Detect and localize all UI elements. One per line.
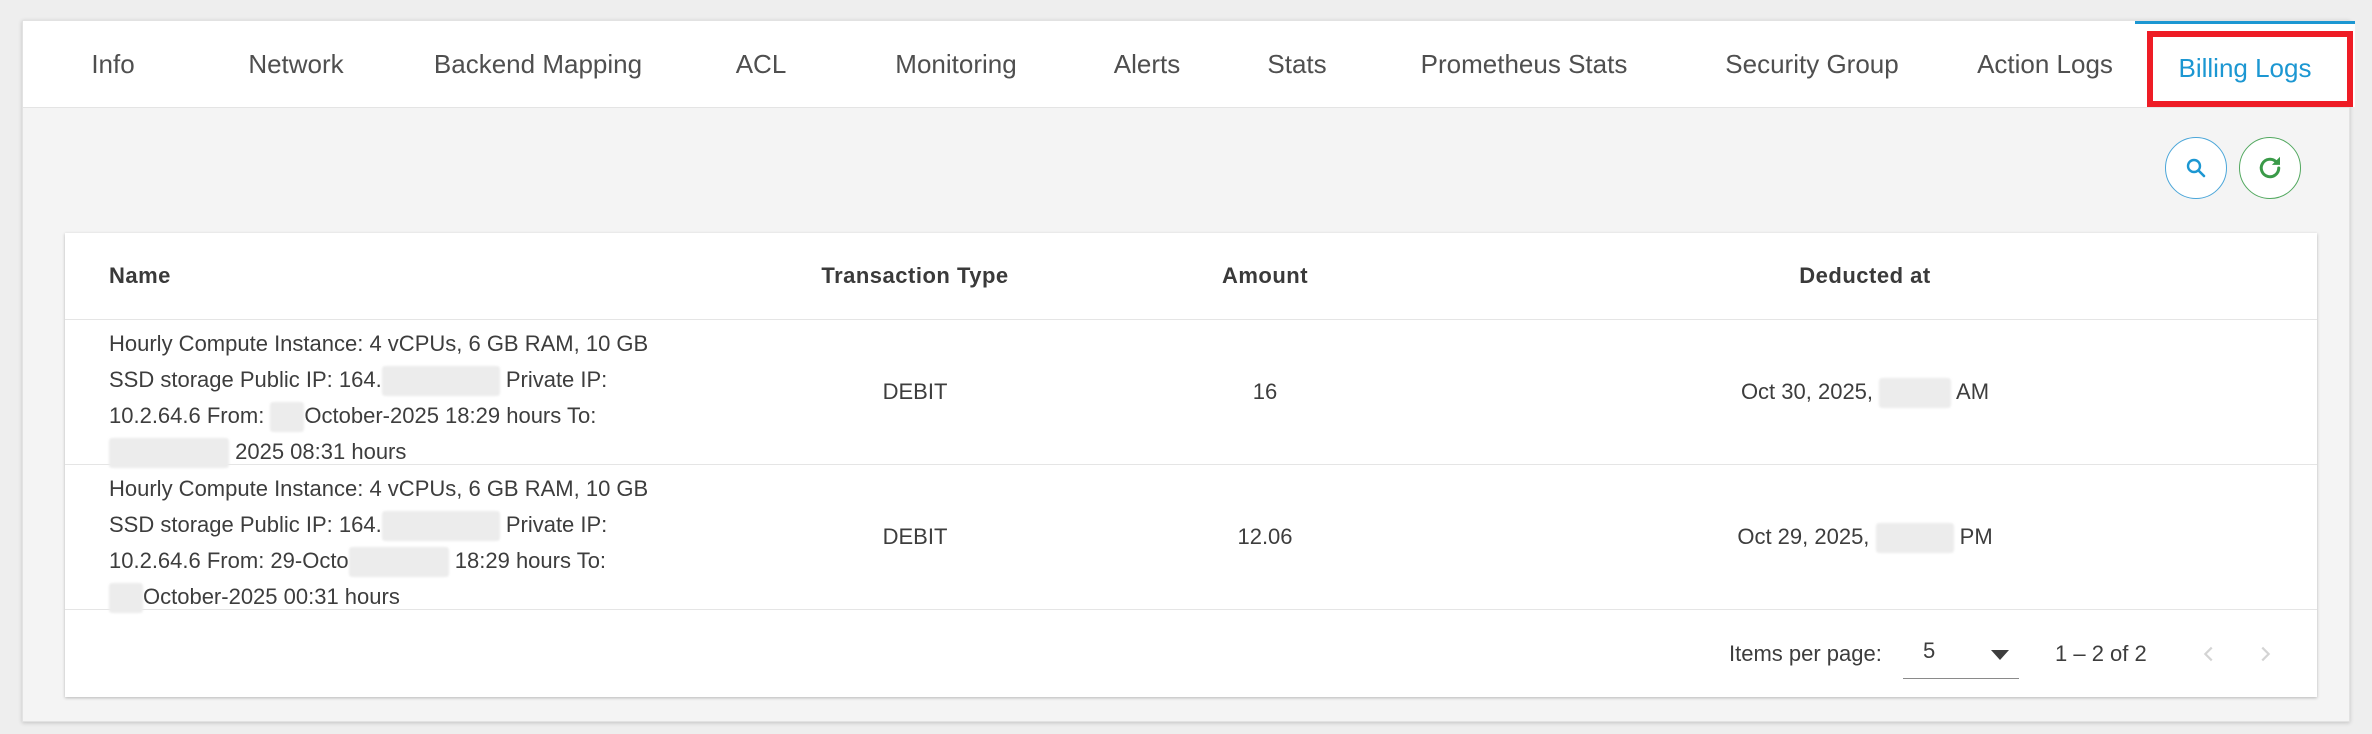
tab-backend-mapping[interactable]: Backend Mapping <box>393 21 683 107</box>
name-text: SSD storage Public IP: 164. <box>109 367 382 392</box>
page-size-select[interactable]: 5 <box>1903 630 2019 679</box>
name-text: 10.2.64.6 From: 29-Octo <box>109 548 349 573</box>
transaction-type-cell: DEBIT <box>882 524 948 549</box>
column-header-name[interactable]: Name <box>109 233 171 319</box>
tab-info[interactable]: Info <box>35 21 191 107</box>
search-icon <box>2186 158 2206 178</box>
page-size-value: 5 <box>1923 638 1936 663</box>
column-header-transaction-type[interactable]: Transaction Type <box>715 233 1115 319</box>
tab-monitoring[interactable]: Monitoring <box>845 21 1067 107</box>
tab-prometheus-stats[interactable]: Prometheus Stats <box>1379 21 1669 107</box>
name-text: October-2025 00:31 hours <box>143 584 400 609</box>
redacted-text <box>381 366 500 397</box>
name-text: Private IP: <box>499 512 608 537</box>
column-header-deducted-at[interactable]: Deducted at <box>1665 233 2065 319</box>
name-text: 18:29 hours To: <box>448 548 607 573</box>
deducted-at-text: AM <box>1951 379 1990 404</box>
refresh-button[interactable] <box>2239 137 2301 199</box>
chevron-left-icon <box>2203 646 2213 662</box>
tab-action-logs[interactable]: Action Logs <box>1953 21 2137 107</box>
name-text: 2025 08:31 hours <box>235 439 407 464</box>
redacted-text <box>381 511 500 542</box>
billing-logs-table: Name Transaction Type Amount Deducted at… <box>65 233 2317 697</box>
name-text: SSD storage Public IP: 164. <box>109 512 382 537</box>
previous-page-button[interactable] <box>2191 636 2227 672</box>
amount-cell: 12.06 <box>1237 524 1293 549</box>
tab-stats[interactable]: Stats <box>1227 21 1367 107</box>
deducted-at-text: Oct 30, 2025, <box>1740 379 1880 404</box>
search-button[interactable] <box>2165 137 2227 199</box>
row-name-cell: Hourly Compute Instance: 4 vCPUs, 6 GB R… <box>109 471 729 615</box>
column-header-amount[interactable]: Amount <box>1165 233 1365 319</box>
tab-alerts[interactable]: Alerts <box>1075 21 1219 107</box>
next-page-button[interactable] <box>2247 636 2283 672</box>
amount-cell: 16 <box>1252 379 1278 404</box>
tab-billing-logs[interactable]: Billing Logs <box>2135 21 2355 107</box>
redacted-text <box>270 402 305 433</box>
deducted-at-cell: Oct 30, 2025, AM <box>1665 320 2065 464</box>
caret-down-icon <box>1991 650 2009 660</box>
deducted-at-text: PM <box>1953 524 1993 549</box>
tab-security-group[interactable]: Security Group <box>1679 21 1945 107</box>
table-row: Hourly Compute Instance: 4 vCPUs, 6 GB R… <box>65 320 2317 469</box>
items-per-page-label: Items per page: <box>1729 641 1882 666</box>
deducted-at-cell: Oct 29, 2025, PM <box>1665 465 2065 609</box>
chevron-right-icon <box>2261 646 2271 662</box>
redacted-text <box>109 583 143 614</box>
name-text: Private IP: <box>499 367 608 392</box>
redacted-text <box>348 547 449 578</box>
deducted-at-text: Oct 29, 2025, <box>1737 524 1876 549</box>
name-text: 10.2.64.6 From: <box>109 403 271 428</box>
tab-acl[interactable]: ACL <box>691 21 831 107</box>
page-range-label: 1 – 2 of 2 <box>2055 641 2147 666</box>
name-text: Hourly Compute Instance: 4 vCPUs, 6 GB R… <box>109 476 649 501</box>
refresh-icon <box>2259 156 2281 179</box>
redacted-text <box>109 438 229 469</box>
redacted-text <box>1875 523 1954 554</box>
name-text: October-2025 18:29 hours To: <box>304 403 597 428</box>
name-text: Hourly Compute Instance: 4 vCPUs, 6 GB R… <box>109 331 649 356</box>
row-name-cell: Hourly Compute Instance: 4 vCPUs, 6 GB R… <box>109 326 729 470</box>
redacted-text <box>1879 378 1952 409</box>
transaction-type-cell: DEBIT <box>882 379 948 404</box>
tab-panel-container: Info Network Backend Mapping ACL Monitor… <box>22 20 2355 722</box>
tab-bar: Info Network Backend Mapping ACL Monitor… <box>23 21 2355 108</box>
tab-network[interactable]: Network <box>203 21 389 107</box>
table-row: Hourly Compute Instance: 4 vCPUs, 6 GB R… <box>65 465 2317 614</box>
paginator: Items per page: 5 1 – 2 of 2 <box>65 610 2317 697</box>
